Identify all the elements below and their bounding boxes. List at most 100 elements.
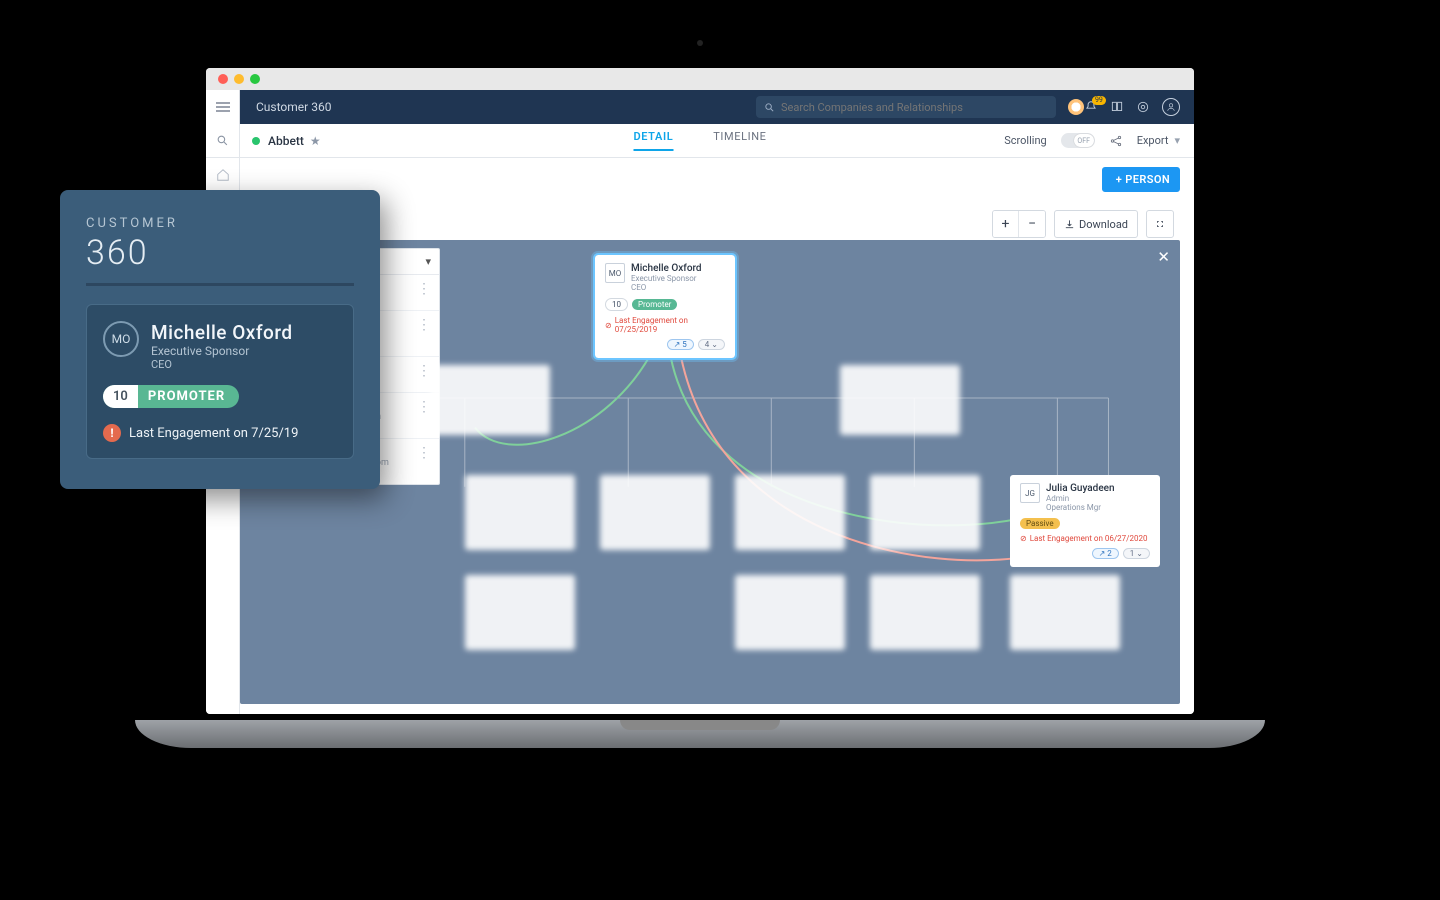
alert-icon: ⊘ — [605, 321, 612, 330]
alert-icon: ! — [103, 424, 121, 442]
influence-in-badge[interactable]: 4 ⌄ — [698, 339, 725, 350]
row-menu-button[interactable]: ⋮ — [417, 445, 431, 461]
row-menu-button[interactable]: ⋮ — [417, 317, 431, 333]
person-title: CEO — [631, 283, 702, 292]
health-status-dot — [252, 137, 260, 145]
zoom-group: + − — [992, 210, 1046, 238]
favorite-star-icon[interactable]: ★ — [310, 134, 321, 148]
influence-in-badge[interactable]: 1 ⌄ — [1123, 548, 1150, 559]
org-card-blurred — [1010, 575, 1120, 650]
sub-header: Abbett ★ DETAIL TIMELINE Scrolling OFF E… — [206, 124, 1194, 158]
fullscreen-button[interactable] — [1146, 210, 1174, 238]
add-person-label: + PERSON — [1116, 173, 1170, 186]
warning-text: Last Engagement on 06/27/2020 — [1030, 534, 1148, 543]
export-label: Export — [1137, 134, 1169, 147]
header-icon-group: 99 — [1084, 98, 1194, 116]
divider — [86, 283, 354, 286]
company-name[interactable]: Abbett — [268, 134, 304, 148]
warning-text: Last Engagement on 07/25/2019 — [615, 316, 725, 334]
nps-score: 10 — [103, 385, 138, 408]
callout-eyebrow: CUSTOMER — [86, 216, 354, 231]
laptop-camera — [697, 40, 703, 46]
row-menu-button[interactable]: ⋮ — [417, 363, 431, 379]
person-name: Julia Guyadeen — [1046, 483, 1115, 494]
callout-title: 360 — [86, 233, 354, 273]
chevron-down-icon: ▾ — [425, 255, 431, 268]
org-card-root[interactable]: MO Michelle Oxford Executive Sponsor CEO… — [595, 255, 735, 358]
mac-close-dot[interactable] — [218, 74, 228, 84]
engagement-warning: ! Last Engagement on 7/25/19 — [103, 424, 337, 442]
book-icon[interactable] — [1110, 100, 1124, 114]
info-callout-card: CUSTOMER 360 MO Michelle Oxford Executiv… — [60, 190, 380, 489]
help-icon[interactable] — [1136, 100, 1150, 114]
canvas-toolbar: + − Download — [992, 210, 1174, 238]
scrolling-label: Scrolling — [1004, 134, 1046, 147]
alert-icon: ⊘ — [1020, 534, 1027, 543]
export-dropdown[interactable]: Export ▾ — [1137, 134, 1180, 147]
search-icon — [764, 102, 775, 113]
download-label: Download — [1079, 218, 1128, 231]
callout-person-card: MO Michelle Oxford Executive Sponsor CEO… — [86, 304, 354, 459]
person-role: Executive Sponsor — [631, 274, 702, 283]
download-button[interactable]: Download — [1054, 210, 1138, 238]
org-chart-canvas[interactable]: ✕ ▾ AS…haw…ainsight.com — [240, 240, 1180, 704]
notification-badge: 99 — [1092, 96, 1106, 105]
org-card-blurred — [600, 475, 710, 550]
person-name: Michelle Oxford — [151, 321, 293, 344]
global-search[interactable] — [756, 96, 1056, 118]
nps-score: 10 — [605, 298, 628, 311]
person-title: CEO — [151, 358, 293, 371]
mac-titlebar — [206, 68, 1194, 90]
person-title: Operations Mgr — [1046, 503, 1115, 512]
row-menu-button[interactable]: ⋮ — [417, 281, 431, 297]
nps-badge: Passive — [1020, 518, 1060, 529]
mac-zoom-dot[interactable] — [250, 74, 260, 84]
nps-badge: Promoter — [632, 299, 677, 310]
add-person-button[interactable]: + PERSON — [1102, 167, 1180, 192]
row-menu-button[interactable]: ⋮ — [417, 399, 431, 415]
search-context-avatar[interactable] — [1068, 99, 1084, 115]
org-card-blurred — [735, 575, 845, 650]
laptop-hinge-notch — [620, 720, 780, 730]
share-icon[interactable] — [1109, 134, 1123, 148]
chevron-down-icon: ▾ — [1174, 134, 1180, 147]
tab-detail[interactable]: DETAIL — [634, 130, 674, 151]
person-role: Admin — [1046, 494, 1115, 503]
nps-badge: PROMOTER — [138, 385, 239, 408]
person-role: Executive Sponsor — [151, 344, 293, 358]
user-avatar[interactable] — [1162, 98, 1180, 116]
org-card-blurred — [735, 475, 845, 550]
engagement-warning: ⊘ Last Engagement on 07/25/2019 — [605, 316, 725, 334]
org-card-blurred — [840, 365, 960, 435]
app-header: Customer 360 99 — [206, 90, 1194, 124]
app-title: Customer 360 — [240, 100, 347, 114]
bell-icon[interactable]: 99 — [1084, 100, 1098, 114]
org-card-blurred — [430, 365, 550, 435]
scrolling-toggle[interactable]: OFF — [1061, 133, 1095, 148]
mac-minimize-dot[interactable] — [234, 74, 244, 84]
avatar: MO — [103, 321, 139, 357]
org-card-blurred — [465, 575, 575, 650]
influence-out-badge[interactable]: ↗ 5 — [667, 339, 694, 350]
download-icon — [1064, 219, 1075, 230]
laptop-base — [135, 720, 1265, 748]
nav-menu-button[interactable] — [206, 90, 240, 124]
engagement-warning: ⊘ Last Engagement on 06/27/2020 — [1020, 534, 1150, 543]
rail-home-icon[interactable] — [216, 168, 230, 182]
person-name: Michelle Oxford — [631, 263, 702, 274]
org-card-blurred — [870, 475, 980, 550]
tab-timeline[interactable]: TIMELINE — [713, 130, 766, 151]
toggle-state: OFF — [1074, 134, 1094, 147]
search-input[interactable] — [781, 101, 1048, 114]
influence-out-badge[interactable]: ↗ 2 — [1092, 548, 1119, 559]
detail-tabs: DETAIL TIMELINE — [634, 130, 767, 151]
nps-pill: 10 PROMOTER — [103, 385, 239, 408]
org-card-blurred — [465, 475, 575, 550]
org-card-person[interactable]: JG Julia Guyadeen Admin Operations Mgr P… — [1010, 475, 1160, 567]
warning-text: Last Engagement on 7/25/19 — [129, 426, 298, 441]
zoom-in-button[interactable]: + — [993, 211, 1019, 237]
sidebar-search-button[interactable] — [206, 124, 240, 158]
canvas-close-button[interactable]: ✕ — [1157, 248, 1170, 266]
avatar: JG — [1020, 483, 1040, 503]
zoom-out-button[interactable]: − — [1019, 211, 1045, 237]
